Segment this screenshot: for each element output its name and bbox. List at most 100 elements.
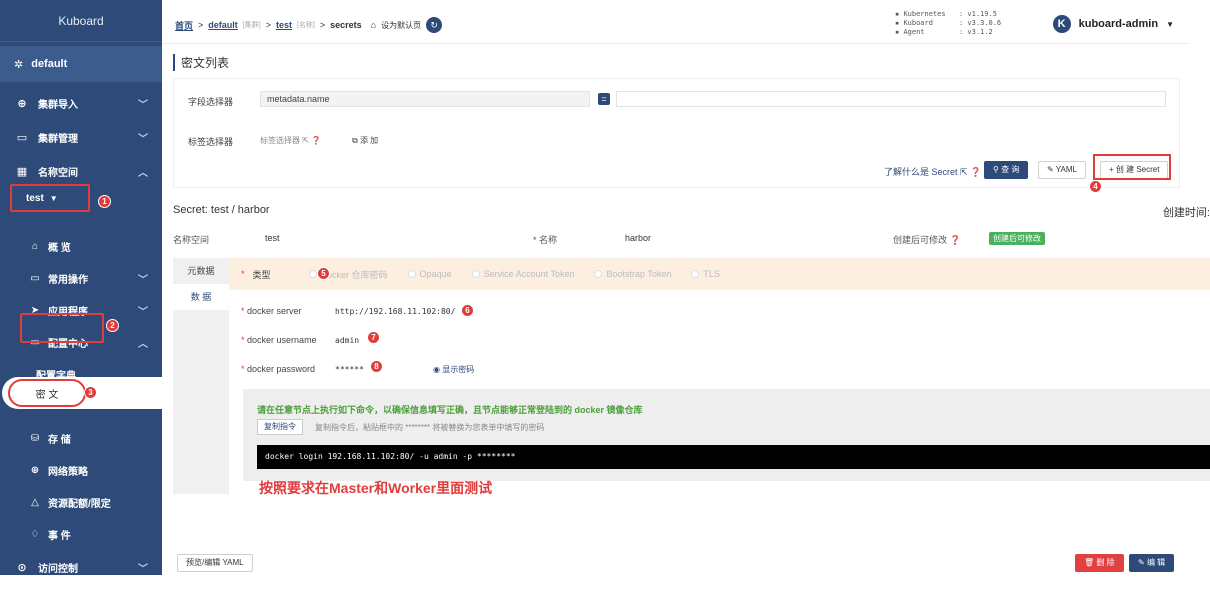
equals-operator[interactable]: = [598,93,610,105]
version-key: Kubernetes [903,10,946,18]
search-icon: ⚲ [993,165,999,174]
version-key: Agent [903,28,925,36]
editable-tag: 创建后可修改 [989,232,1045,245]
learn-secret-link[interactable]: 了解什么是 Secret ⇱ ❓ [884,165,981,178]
sidebar-item-cluster-import[interactable]: ⊕ 集群导入 ﹀ [0,86,162,120]
field-selector-label: 字段选择器 [188,97,234,107]
annotation-badge-1: 1 [98,195,111,208]
sidebar-item-events[interactable]: ♢ 事 件 [0,518,162,550]
type-option-label: Docker 仓库密码 [320,269,388,280]
annotation-box-create [1093,154,1171,180]
gear-icon: ✲ [14,58,24,71]
delete-button[interactable]: 🗑 删 除 [1075,554,1124,572]
annotation-badge-3: 3 [84,386,97,399]
cluster-selector[interactable]: ✲ default [0,46,162,82]
user-menu[interactable]: K kuboard-admin ▼ [1052,15,1174,33]
annotation-badge-4: 4 [1089,180,1102,193]
sidebar-item-cluster-manage[interactable]: ▭ 集群管理 ﹀ [0,120,162,154]
docker-server-row: * docker server [241,306,302,316]
annotation-badge-2: 2 [106,319,119,332]
sidebar-item-access-control[interactable]: ⊙ 访问控制 ﹀ [0,550,162,576]
chevron-up-icon: ︿ [138,168,148,179]
preview-yaml-button[interactable]: 预览/编辑 YAML [177,554,253,572]
sidebar-item-storage[interactable]: ⛁ 存 储 [0,422,162,454]
annotation-badge-7: 7 [367,331,380,344]
type-radio-sa-token[interactable]: Service Account Token [471,269,575,279]
version-key: Kuboard [903,19,933,27]
user-name: kuboard-admin [1078,18,1159,30]
sidebar: Kuboard ✲ default ⊕ 集群导入 ﹀ ▭ 集群管理 ﹀ ▦ 名称… [0,0,162,575]
show-password-text: 显示密码 [442,365,475,374]
name-label: * 名称 [533,235,558,245]
chevron-up-icon: ︿ [138,338,148,350]
sidebar-item-secret[interactable]: 密 文 [2,377,162,409]
type-label: 类型 [252,269,271,280]
cluster-icon: ⊕ [17,97,27,110]
query-button[interactable]: ⚲ 查 询 [984,161,1029,179]
quota-icon: △ [31,496,39,508]
type-radio-bootstrap[interactable]: Bootstrap Token [594,269,671,279]
type-option-label: TLS [703,269,720,279]
docker-login-command[interactable]: docker login 192.168.11.102:80/ -u admin… [257,445,1210,469]
crumb-namespace[interactable]: test [276,20,292,30]
type-radio-tls[interactable]: TLS [691,269,720,279]
database-icon: ⛁ [30,432,40,444]
copy-command-button[interactable]: 复制指令 [257,419,303,435]
detail-tabs: 元数据 数 据 [173,258,229,494]
label-selector-hint-text: 标签选择器 [260,136,300,145]
radio-circle [691,270,700,278]
sidebar-item-network-policy[interactable]: ⊕ 网络策略 [0,454,162,486]
label-selector-hint[interactable]: 标签选择器 ⇱ ❓ [260,135,321,146]
sidebar-item-quota[interactable]: △ 资源配额/限定 [0,486,162,518]
editable-label-text: 创建后可修改 [893,235,948,245]
home-icon: ⌂ [31,240,39,252]
tab-data[interactable]: 数 据 [173,284,229,310]
pencil-icon: ✎ [1047,165,1054,174]
field-selector-input[interactable]: metadata.name [260,91,590,107]
sidebar-item-label: 存 储 [48,434,71,446]
chevron-down-icon: ﹀ [138,306,148,318]
namespace-label: 名称空间 [173,235,210,245]
app-root: Kuboard ✲ default ⊕ 集群导入 ﹀ ▭ 集群管理 ﹀ ▦ 名称… [0,0,1210,600]
sidebar-item-label: 概 览 [48,242,71,254]
tab-metadata[interactable]: 元数据 [173,258,229,284]
copy-command-hint: 复制指令后，粘贴框中的 ******** 将被替换为您表单中填写的密码 [315,423,545,432]
detail-title: Secret: test / harbor [173,204,270,216]
docker-username-value[interactable]: admin [335,336,359,345]
type-radio-opaque[interactable]: Opaque [407,269,452,279]
yaml-button[interactable]: ✎ YAML [1038,161,1086,179]
add-label-button[interactable]: ⧉ 添 加 [352,135,378,146]
annotation-text: 按照要求在Master和Worker里面测试 [259,480,493,496]
docker-password-label: docker password [247,364,316,374]
sidebar-item-overview[interactable]: ⌂ 概 览 [0,230,162,262]
crumb-cluster[interactable]: default [208,20,238,30]
docker-username-label: docker username [247,335,317,345]
crumb-home[interactable]: 首页 [175,19,193,32]
show-password-link[interactable]: ◉ 显示密码 [433,364,474,375]
namespace-selector[interactable]: test ▼ [10,184,90,212]
docker-username-row: * docker username [241,335,317,345]
edit-button[interactable]: ✎ 编 辑 [1129,554,1175,572]
version-value: : v3.1.2 [959,28,993,36]
sidebar-item-common-ops[interactable]: ▭ 常用操作 ﹀ [0,262,162,294]
avatar: K [1052,15,1071,33]
main-content: 密文列表 字段选择器 metadata.name = 标签选择器 标签选择器 ⇱… [163,44,1210,600]
docker-password-value[interactable]: ****** [335,365,364,374]
refresh-icon[interactable]: ↻ [426,17,443,33]
version-value: : v1.19.5 [959,10,997,18]
docker-password-row: * docker password [241,364,315,374]
set-default-link[interactable]: 设为默认页 [381,20,421,31]
required-mark: * [241,306,245,316]
type-option-label: Service Account Token [483,269,575,279]
field-selector-value-input[interactable] [616,91,1166,107]
copy-icon: ⧉ [352,136,358,145]
sidebar-item-namespace[interactable]: ▦ 名称空间 ︿ [0,154,162,188]
radio-circle [471,270,480,278]
required-mark: * [241,269,245,279]
app-title: Kuboard [0,0,162,42]
annotation-badge-5: 5 [317,267,330,280]
monitor-icon: ▭ [16,131,28,144]
required-mark: * [241,364,245,374]
docker-server-value[interactable]: http://192.168.11.102:80/ [335,307,455,316]
sidebar-item-label: 常用操作 [48,274,88,286]
